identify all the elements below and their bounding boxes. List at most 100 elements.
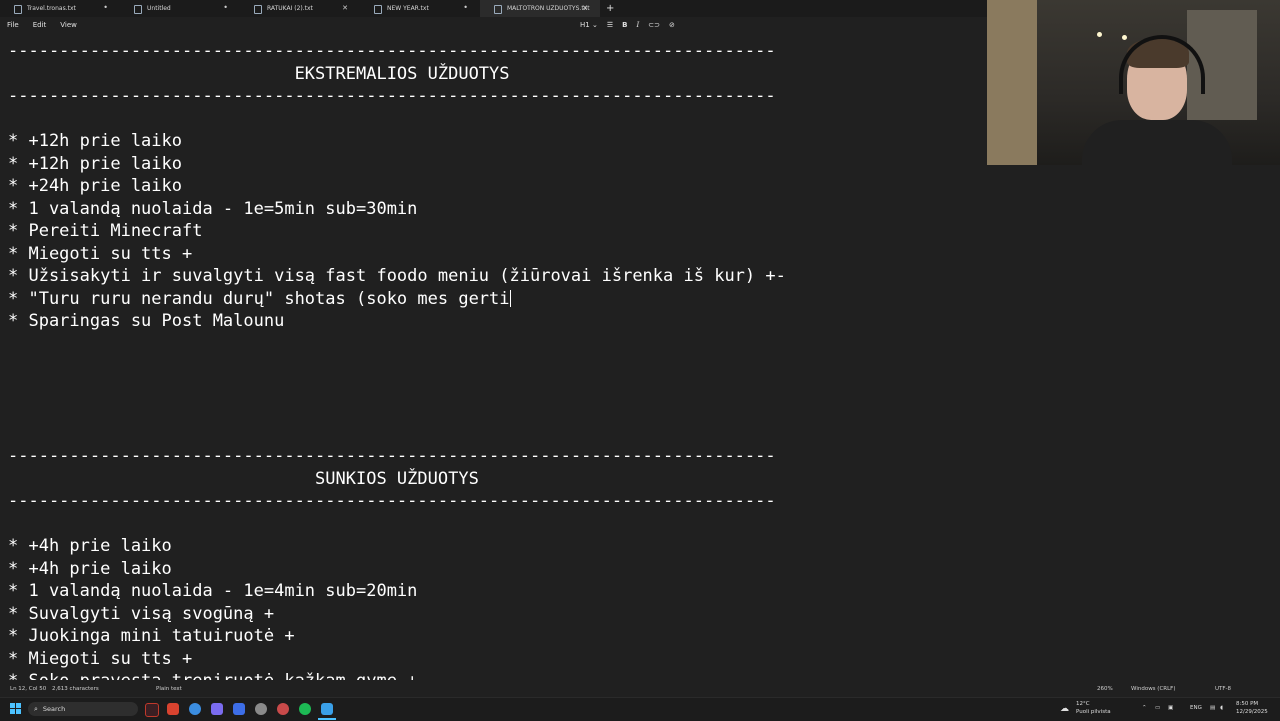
settings-icon[interactable] xyxy=(255,703,267,715)
editor-line: * 1 valandą nuolaida - 1e=5min sub=30min xyxy=(8,198,417,221)
chevron-up-icon[interactable]: ⌃ xyxy=(1142,705,1147,711)
tab-label: RATUKAI (2).txt xyxy=(267,5,313,12)
clock-time: 8:50 PM xyxy=(1236,701,1259,707)
webcam-overlay xyxy=(987,0,1280,165)
clock[interactable]: 8:50 PM 12/29/2025 xyxy=(1236,698,1280,721)
tab[interactable]: NEW YEAR.txt • xyxy=(360,0,480,17)
line-text: ----------------------------------------… xyxy=(8,41,776,61)
editor-line: * Juokinga mini tatuiruotė + xyxy=(8,625,295,648)
editor-line: ----------------------------------------… xyxy=(8,490,776,513)
line-text: ----------------------------------------… xyxy=(8,86,776,106)
line-text: * Užsisakyti ir suvalgyti visą fast food… xyxy=(8,266,786,286)
tab[interactable]: Untitled • xyxy=(120,0,240,17)
heading-dropdown[interactable]: H1 ⌄ xyxy=(580,21,598,29)
menu-file[interactable]: File xyxy=(0,21,26,29)
opera-icon[interactable] xyxy=(145,703,159,717)
link-icon[interactable]: ⊂⊃ xyxy=(648,21,660,29)
editor-line: SUNKIOS UŽDUOTYS xyxy=(8,468,479,491)
editor-line: * Pereiti Minecraft xyxy=(8,220,202,243)
editor-line: ----------------------------------------… xyxy=(8,40,776,63)
clear-format-icon[interactable]: ⊘ xyxy=(669,21,675,29)
file-icon xyxy=(14,5,22,14)
display-icon[interactable]: ▣ xyxy=(1168,705,1173,711)
line-ending[interactable]: Windows (CRLF) xyxy=(1131,686,1175,692)
file-icon xyxy=(374,5,382,14)
italic-button[interactable]: I xyxy=(636,21,639,29)
chrome-icon[interactable] xyxy=(189,703,201,715)
weather-desc: Puoli pilvista xyxy=(1076,709,1111,715)
line-text: * Juokinga mini tatuiruotė + xyxy=(8,626,295,646)
text-editor[interactable]: ----------------------------------------… xyxy=(0,40,990,680)
editor-line: * +12h prie laiko xyxy=(8,153,182,176)
app-icon[interactable] xyxy=(277,703,289,715)
unsaved-dot-icon[interactable]: • xyxy=(463,3,468,12)
zoom-level[interactable]: 260% xyxy=(1097,686,1113,692)
tab[interactable]: Travel.tronas.txt • xyxy=(0,0,120,17)
new-tab-icon[interactable]: + xyxy=(600,0,620,17)
weather-temp: 12°C xyxy=(1076,701,1090,707)
line-text: * Miegoti su tts + xyxy=(8,648,193,669)
cloud-icon: ☁ xyxy=(1060,704,1069,714)
taskbar: ⌕ Search ☁ 12°C Puoli pilvista ⌃ ▭ ▣ ENG… xyxy=(0,697,1280,721)
weather-widget[interactable]: ☁ 12°C Puoli pilvista xyxy=(1060,698,1120,721)
background-wall xyxy=(987,0,1037,165)
line-text: * +12h prie laiko xyxy=(8,153,182,174)
language-indicator[interactable]: ENG xyxy=(1190,705,1202,711)
system-tray: ⌃ ▭ ▣ ENG ▤ ◖ xyxy=(1140,698,1240,721)
list-icon[interactable]: ☰ xyxy=(607,21,613,29)
text-caret xyxy=(509,289,511,307)
unsaved-dot-icon[interactable]: • xyxy=(223,3,228,12)
network-icon[interactable]: ▤ xyxy=(1210,705,1215,711)
spotify-icon[interactable] xyxy=(299,703,311,715)
file-format[interactable]: Plain text xyxy=(156,686,182,692)
brave-icon[interactable] xyxy=(167,703,179,715)
line-text: ----------------------------------------… xyxy=(8,491,776,511)
clock-date: 12/29/2025 xyxy=(1236,709,1268,715)
line-text: * 1 valandą nuolaida - 1e=5min sub=30min xyxy=(8,198,418,219)
line-text: SUNKIOS UŽDUOTYS xyxy=(8,468,479,489)
editor-line: * 1 valandą nuolaida - 1e=4min sub=20min xyxy=(8,580,417,603)
file-icon xyxy=(494,5,502,14)
tab-label: MALTOTRON UZDUOTYS.txt xyxy=(507,5,590,12)
notepad-icon[interactable] xyxy=(321,703,333,715)
tab[interactable]: RATUKAI (2).txt ✕ xyxy=(240,0,360,17)
status-bar: Ln 12, Col 50 2,613 characters Plain tex… xyxy=(0,683,1280,695)
file-icon xyxy=(254,5,262,14)
search-placeholder: Search xyxy=(42,705,66,713)
character-count: 2,613 characters xyxy=(52,686,99,692)
line-text: * Soko pravesta treniruotė kažkam gyme + xyxy=(8,671,417,680)
format-toolbar: H1 ⌄ ☰ B I ⊂⊃ ⊘ xyxy=(580,17,675,32)
app-icon[interactable] xyxy=(211,703,223,715)
line-text: * 1 valandą nuolaida - 1e=4min sub=20min xyxy=(8,581,418,601)
close-icon[interactable]: ✕ xyxy=(342,4,348,12)
tab-label: NEW YEAR.txt xyxy=(387,5,429,12)
menu-edit[interactable]: Edit xyxy=(26,21,54,29)
tab-label: Untitled xyxy=(147,5,171,12)
line-text: ----------------------------------------… xyxy=(8,446,776,466)
taskbar-search[interactable]: ⌕ Search xyxy=(28,702,138,716)
line-text: EKSTREMALIOS UŽDUOTYS xyxy=(8,63,510,84)
ceiling-light xyxy=(1122,35,1127,40)
battery-icon[interactable]: ▭ xyxy=(1155,705,1160,711)
editor-line: EKSTREMALIOS UŽDUOTYS xyxy=(8,63,510,86)
search-icon: ⌕ xyxy=(34,704,38,713)
close-icon[interactable]: ✕ xyxy=(582,4,588,12)
ceiling-light xyxy=(1097,32,1102,37)
line-text: * Miegoti su tts + xyxy=(8,243,193,264)
chevron-down-icon: ⌄ xyxy=(591,20,598,29)
app-icon[interactable] xyxy=(233,703,245,715)
editor-line: * +12h prie laiko xyxy=(8,130,182,153)
tab[interactable]: MALTOTRON UZDUOTYS.txt ✕ xyxy=(480,0,600,17)
editor-line: * Sparingas su Post Malounu xyxy=(8,310,284,333)
encoding[interactable]: UTF-8 xyxy=(1215,686,1231,692)
bold-button[interactable]: B xyxy=(622,21,627,29)
editor-line: * +4h prie laiko xyxy=(8,558,172,581)
editor-line: * Miegoti su tts + xyxy=(8,243,192,266)
unsaved-dot-icon[interactable]: • xyxy=(103,3,108,12)
volume-icon[interactable]: ◖ xyxy=(1220,705,1223,711)
line-text: * Sparingas su Post Malounu xyxy=(8,311,285,331)
windows-start-icon[interactable] xyxy=(10,703,22,715)
line-text: * +4h prie laiko xyxy=(8,536,172,556)
menu-view[interactable]: View xyxy=(53,21,84,29)
line-text: * +4h prie laiko xyxy=(8,558,172,579)
